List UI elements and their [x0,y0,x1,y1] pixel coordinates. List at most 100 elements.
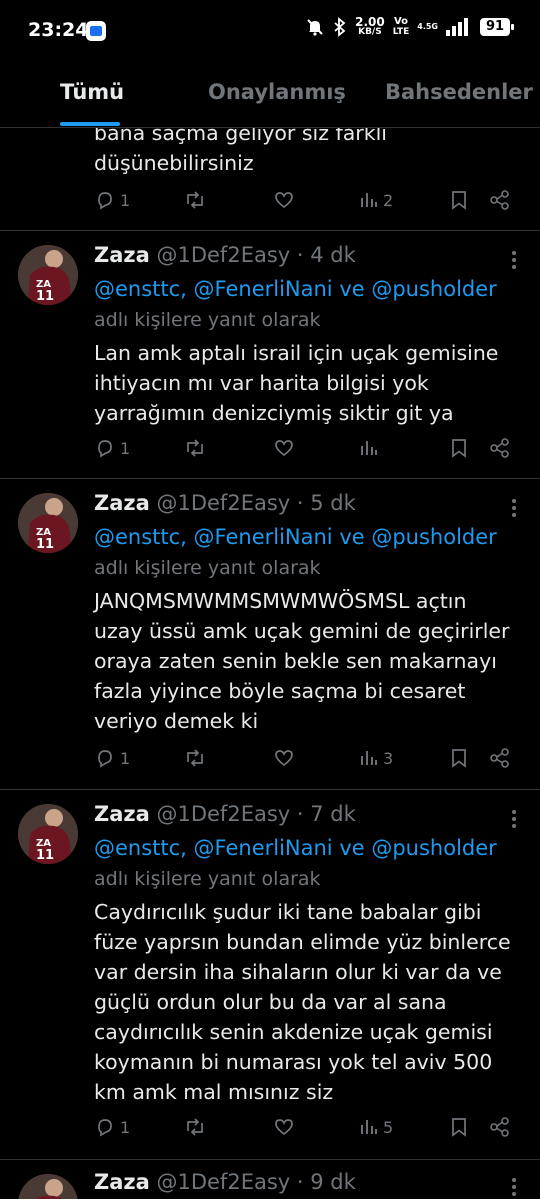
bookmark-icon [452,191,466,210]
handle[interactable]: @1Def2Easy [156,1170,290,1194]
tweet-text: Lan amk aptalı israil için uçak gemisine… [94,341,499,425]
active-tab-indicator [60,122,120,126]
views-button[interactable] [359,437,383,459]
reply-button[interactable]: 1 [94,437,130,459]
tweet[interactable]: ZA 11 Zaza @1Def2Easy · 7 dk @ensttc, @F… [0,790,540,1160]
like-button[interactable] [273,747,295,769]
more-options-icon[interactable] [512,1175,518,1199]
tab-mentions[interactable]: Bahsedenler [385,80,533,104]
reply-mentions[interactable]: @ensttc, @FenerliNani ve @pusholder [94,836,497,860]
avatar-image [18,1174,78,1199]
share-icon [490,438,509,458]
handle[interactable]: @1Def2Easy [156,802,290,826]
share-button[interactable] [489,747,511,769]
reply-mentions[interactable]: @ensttc, @FenerliNani ve @pusholder [94,277,497,301]
display-name[interactable]: Zaza [94,802,150,826]
view-count: 3 [383,748,394,768]
share-button[interactable] [489,1116,511,1138]
tweet[interactable]: ZA 11 Zaza @1Def2Easy · 4 dk @ensttc, @F… [0,231,540,479]
tab-verified[interactable]: Onaylanmış [208,80,346,104]
tweet[interactable]: ZA 11 Zaza @1Def2Easy · 5 dk @ensttc, @F… [0,479,540,790]
svg-text:11: 11 [36,289,54,304]
reply-button[interactable]: 1 [94,1116,130,1138]
reply-icon [98,440,112,458]
timestamp: · 9 dk [296,1170,356,1194]
timestamp: · 4 dk [296,243,356,267]
handle[interactable]: @1Def2Easy [156,243,290,267]
status-icons: 2.00 KB/S Vo LTE 4.5G 91 [305,15,514,37]
retweet-icon [187,439,203,457]
timestamp: · 7 dk [296,802,356,826]
retweet-button[interactable] [183,437,207,459]
reply-button[interactable]: 1 [94,189,130,211]
reply-count: 1 [120,190,131,210]
reply-button[interactable]: 1 [94,747,130,769]
views-button[interactable]: 2 [359,189,393,211]
notifications-timeline[interactable]: bana saçma geliyor siz farklı düşünebili… [0,128,540,1199]
tweet-text: JANQMSMWMMSMWMWÖSMSL açtın uzay üssü amk… [94,589,510,733]
like-button[interactable] [273,189,295,211]
bookmark-icon [452,749,466,768]
avatar[interactable] [18,1174,78,1199]
views-icon [361,441,377,455]
like-button[interactable] [273,1116,295,1138]
display-name[interactable]: Zaza [94,1170,150,1194]
network-speed: 2.00 KB/S [355,15,385,37]
tweet-header: Zaza @1Def2Easy · 4 dk [94,243,356,267]
bookmark-icon [452,439,466,458]
bookmark-icon [452,1118,466,1137]
signal-icon [446,17,468,36]
bookmark-button[interactable] [449,747,469,769]
retweet-icon [187,749,203,767]
heart-icon [275,750,293,767]
display-name[interactable]: Zaza [94,491,150,515]
views-icon [361,751,377,765]
tweet[interactable]: Zaza @1Def2Easy · 9 dk [0,1160,540,1199]
views-icon [361,1120,377,1134]
avatar-image: ZA 11 [18,245,78,305]
retweet-button[interactable] [183,189,207,211]
share-icon [490,1117,509,1137]
reply-count: 1 [120,438,131,458]
tweet-text: bana saçma geliyor siz farklı düşünebili… [94,128,387,175]
display-name[interactable]: Zaza [94,243,150,267]
tweet-text: Caydırıcılık şudur iki tane babalar gibi… [94,900,511,1104]
avatar[interactable]: ZA 11 [18,804,78,864]
tweet[interactable]: bana saçma geliyor siz farklı düşünebili… [0,128,540,231]
reply-count: 1 [120,1117,131,1137]
reply-context: adlı kişilere yanıt olarak [94,868,321,890]
views-button[interactable]: 3 [359,747,393,769]
share-button[interactable] [489,189,511,211]
bookmark-button[interactable] [449,189,469,211]
mute-icon [307,18,323,36]
reply-context: adlı kişilere yanıt olarak [94,557,321,579]
avatar-image: ZA 11 [18,804,78,864]
share-icon [490,190,509,210]
bookmark-button[interactable] [449,437,469,459]
reply-mentions[interactable]: @ensttc, @FenerliNani ve @pusholder [94,525,497,549]
like-button[interactable] [273,437,295,459]
app-notification-icon [86,21,106,41]
battery-icon: 91 [480,17,514,36]
tweet-header: Zaza @1Def2Easy · 5 dk [94,491,356,515]
network-type: 4.5G [417,22,438,31]
clock: 23:24 [28,19,89,41]
avatar[interactable]: ZA 11 [18,245,78,305]
more-options-icon[interactable] [512,248,518,272]
views-button[interactable]: 5 [359,1116,393,1138]
bookmark-button[interactable] [449,1116,469,1138]
tweet-actions: 1 3 [0,747,540,777]
heart-icon [275,192,293,209]
avatar[interactable]: ZA 11 [18,493,78,553]
more-options-icon[interactable] [512,496,518,520]
view-count: 5 [383,1117,394,1137]
share-button[interactable] [489,437,511,459]
svg-text:11: 11 [36,848,54,863]
tweet-header: Zaza @1Def2Easy · 9 dk [94,1170,356,1194]
retweet-button[interactable] [183,1116,207,1138]
handle[interactable]: @1Def2Easy [156,491,290,515]
reply-icon [98,750,112,768]
more-options-icon[interactable] [512,807,518,831]
tab-all[interactable]: Tümü [60,80,124,104]
retweet-button[interactable] [183,747,207,769]
